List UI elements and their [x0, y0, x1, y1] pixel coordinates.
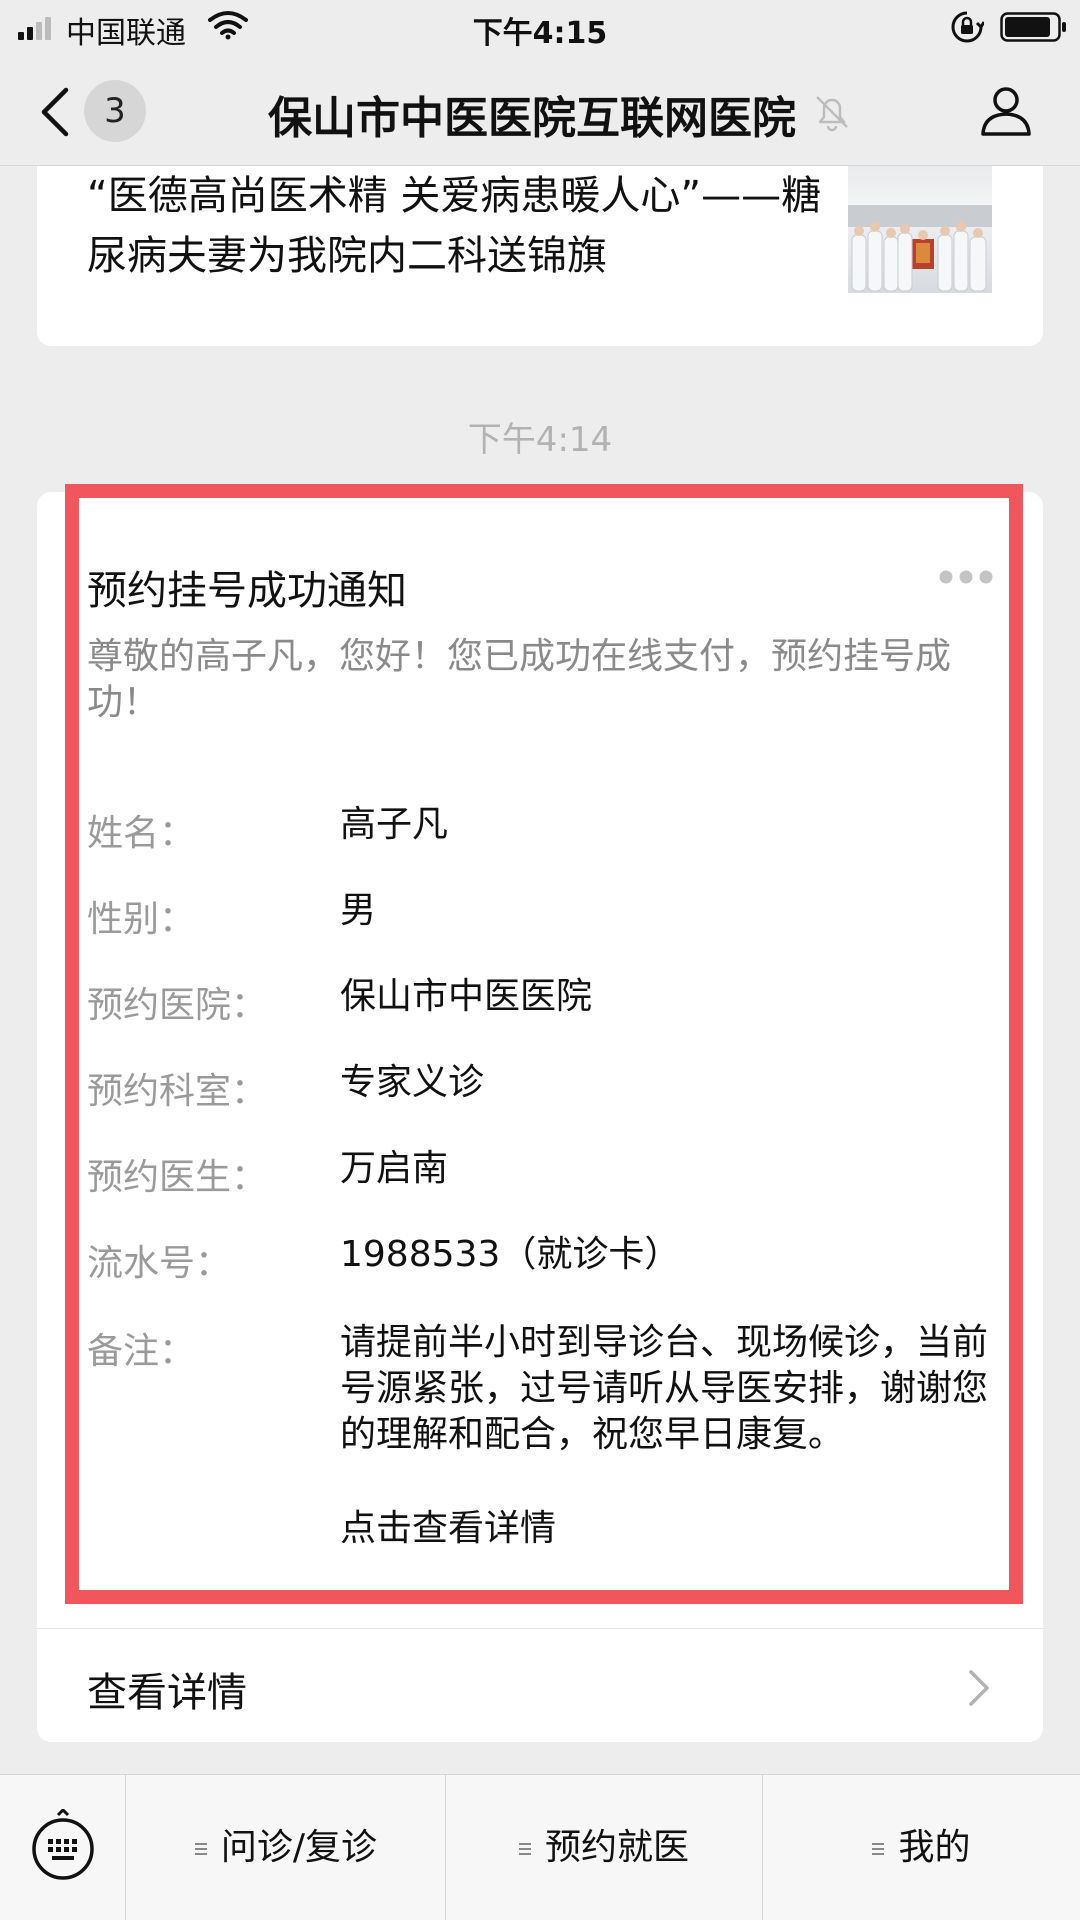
bottom-menu-bar: 问诊/复诊 预约就医 我的	[0, 1774, 1080, 1920]
article-card[interactable]: “医德高尚医术精 关爱病患暖人心”——糖尿病夫妻为我院内二科送锦旗	[37, 166, 1043, 346]
chevron-right-icon	[969, 1670, 989, 1706]
menu-item-appointment[interactable]: 预约就医	[446, 1775, 762, 1920]
field-label-serial: 流水号：	[87, 1243, 232, 1284]
field-value-name: 高子凡	[340, 804, 449, 845]
view-detail-row[interactable]: 查看详情	[37, 1630, 1043, 1740]
message-title: 预约挂号成功通知	[87, 568, 407, 614]
divider	[37, 1628, 1043, 1629]
message-greeting: 尊敬的高子凡，您好！您已成功在线支付，预约挂号成功！	[87, 636, 952, 723]
field-value-gender: 男	[340, 890, 377, 931]
unread-count-badge[interactable]: 3	[84, 80, 146, 142]
battery-icon	[1000, 12, 1066, 42]
orientation-lock-icon	[951, 11, 984, 43]
keyboard-toggle-button[interactable]	[0, 1775, 126, 1920]
status-bar: 中国联通 下午4:15	[0, 0, 1080, 56]
keyboard-icon	[32, 1809, 94, 1880]
field-value-hospital: 保山市中医医院	[340, 976, 593, 1017]
field-label-doctor: 预约医生：	[87, 1157, 268, 1198]
field-value-doctor: 万启南	[340, 1148, 449, 1189]
menu-item-label: 问诊/复诊	[220, 1827, 378, 1868]
menu-lines-icon	[872, 1842, 885, 1856]
field-label-hospital: 预约医院：	[87, 985, 268, 1026]
field-label-name: 姓名：	[87, 813, 196, 854]
person-icon[interactable]	[978, 82, 1034, 138]
field-value-department: 专家义诊	[340, 1062, 485, 1103]
article-thumbnail[interactable]	[848, 166, 992, 293]
screen: 中国联通 下午4:15 3 保山市中医医院互联网医院 “医德高尚医术精 关爱病患…	[0, 0, 1080, 1920]
status-time: 下午4:15	[472, 16, 608, 51]
article-title[interactable]: “医德高尚医术精 关爱病患暖人心”——糖尿病夫妻为我院内二科送锦旗	[87, 166, 827, 286]
view-detail-label: 查看详情	[87, 1670, 247, 1716]
field-label-remark: 备注：	[87, 1331, 196, 1372]
field-value-remark: 请提前半小时到导诊台、现场候诊，当前号源紧张，过号请听从导医安排，谢谢您的理解和…	[340, 1322, 989, 1455]
field-label-department: 预约科室：	[87, 1071, 268, 1112]
menu-lines-icon	[518, 1842, 531, 1856]
page-title: 保山市中医医院互联网医院	[268, 93, 796, 144]
field-value-serial: 1988533（就诊卡）	[340, 1234, 681, 1275]
click-detail-hint[interactable]: 点击查看详情	[340, 1506, 1000, 1552]
menu-item-mine[interactable]: 我的	[763, 1775, 1080, 1920]
field-label-gender: 性别：	[87, 899, 196, 940]
bell-muted-icon	[816, 96, 848, 132]
menu-lines-icon	[194, 1842, 207, 1856]
menu-item-label: 我的	[898, 1827, 971, 1868]
menu-item-label: 预约就医	[544, 1827, 689, 1868]
menu-item-consultation[interactable]: 问诊/复诊	[127, 1775, 445, 1920]
more-options-icon[interactable]	[938, 569, 994, 585]
message-timestamp: 下午4:14	[467, 420, 613, 460]
nav-bar: 3 保山市中医医院互联网医院	[0, 56, 1080, 166]
chevron-left-icon[interactable]	[36, 86, 76, 138]
